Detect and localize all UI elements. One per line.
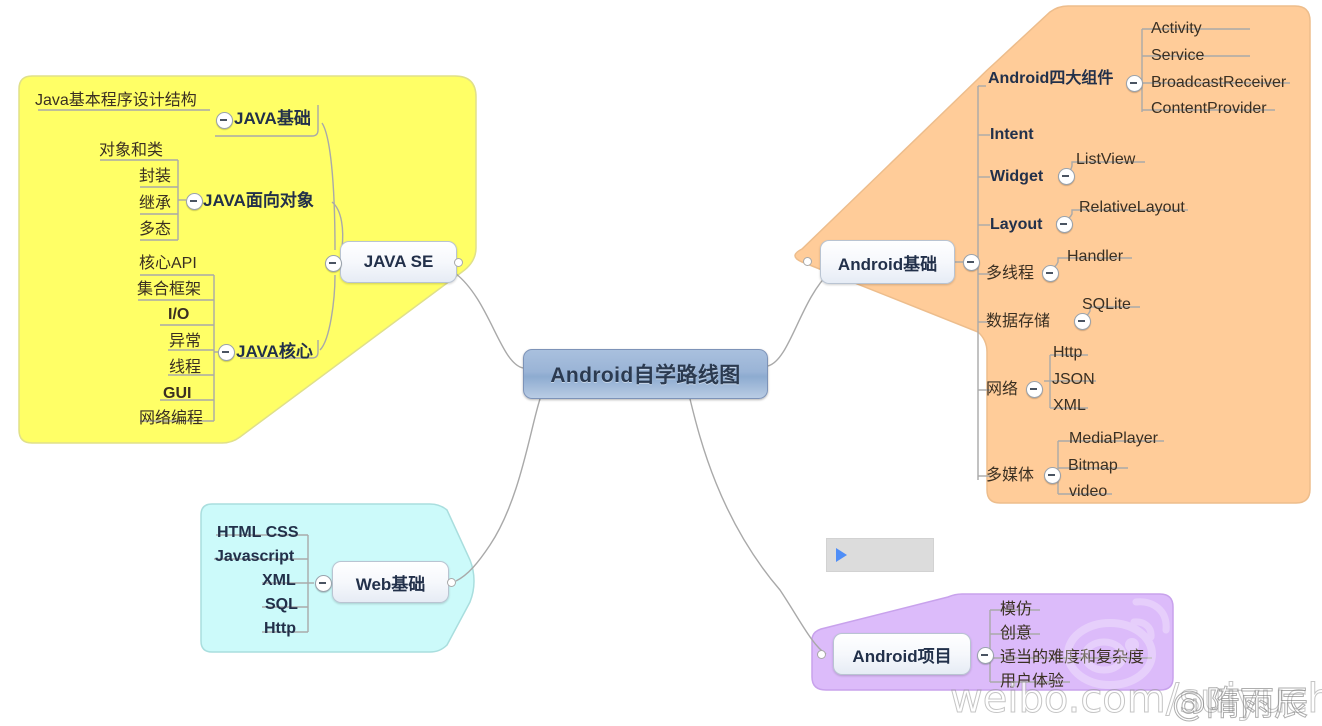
leaf-android-comp-0: Activity xyxy=(1151,20,1202,37)
leaf-android-comp-1: Service xyxy=(1151,47,1205,64)
leaf-android-net-0: Http xyxy=(1053,344,1083,361)
toggle-web-basic[interactable] xyxy=(315,575,332,592)
toggle-android-layout[interactable] xyxy=(1056,216,1073,233)
toggle-android-net[interactable] xyxy=(1026,381,1043,398)
leaf-web-0: HTML CSS xyxy=(217,524,299,541)
link-root-web xyxy=(455,398,541,582)
connector-dot-web-basic xyxy=(447,578,456,587)
leaf-web-3: SQL xyxy=(265,596,298,613)
group-label-android-thread: 多线程 xyxy=(986,265,1035,282)
watermark-handle: @隋雨辰 xyxy=(1172,684,1309,725)
group-label-android-media: 多媒体 xyxy=(986,467,1035,484)
toggle-java-oop[interactable] xyxy=(186,193,203,210)
link-javase-hexin xyxy=(319,274,336,351)
leaf-web-2: XML xyxy=(262,572,296,589)
group-label-android-widget: Widget xyxy=(990,168,1044,185)
branch-node-android-project-label: Android项目 xyxy=(852,646,952,666)
group-label-java-core: JAVA核心 xyxy=(236,342,313,361)
leaf-android-layout-0: RelativeLayout xyxy=(1079,199,1185,216)
branch-node-web-basic[interactable]: Web基础 xyxy=(332,561,449,603)
connector-dot-android-basic xyxy=(803,257,812,266)
group-label-android-storage: 数据存储 xyxy=(986,313,1051,330)
branch-node-android-basic[interactable]: Android基础 xyxy=(820,240,955,284)
mindmap-canvas: Android自学路线图 JAVA SE JAVA基础 JAVA面向对象 JAV… xyxy=(0,0,1322,726)
toggle-java-se[interactable] xyxy=(325,255,342,272)
leaf-android-widget-0: ListView xyxy=(1076,151,1136,168)
connector-dot-java-se xyxy=(454,258,463,267)
group-label-java-oop: JAVA面向对象 xyxy=(203,191,314,210)
branch-node-android-basic-label: Android基础 xyxy=(837,254,938,274)
leaf-android-media-2: video xyxy=(1069,483,1108,500)
root-node[interactable]: Android自学路线图 xyxy=(523,349,768,399)
leaf-android-storage-0: SQLite xyxy=(1082,296,1131,313)
leaf-java-core-4: 线程 xyxy=(169,359,202,376)
toggle-android-storage[interactable] xyxy=(1074,313,1091,330)
branch-node-java-se-label: JAVA SE xyxy=(363,252,434,271)
toggle-android-thread[interactable] xyxy=(1042,265,1059,282)
leaf-java-jichu-0: Java基本程序设计结构 xyxy=(35,92,197,109)
link-javase-mianxiang xyxy=(331,201,344,249)
leaf-java-core-1: 集合框架 xyxy=(137,281,202,298)
leaf-java-core-5: GUI xyxy=(163,385,192,402)
leaf-android-net-2: XML xyxy=(1053,397,1086,414)
branch-node-java-se[interactable]: JAVA SE xyxy=(340,241,457,283)
toggle-java-jichu[interactable] xyxy=(216,112,233,129)
leaf-java-core-6: 网络编程 xyxy=(139,410,204,427)
link-root-project xyxy=(689,398,827,655)
branch-node-web-basic-label: Web基础 xyxy=(355,574,426,594)
group-label-android-intent: Intent xyxy=(990,126,1034,143)
leaf-android-net-1: JSON xyxy=(1052,371,1095,388)
leaf-android-comp-2: BroadcastReceiver xyxy=(1151,74,1287,91)
leaf-java-core-0: 核心API xyxy=(139,255,197,272)
leaf-java-core-2: I/O xyxy=(168,306,190,323)
leaf-android-media-0: MediaPlayer xyxy=(1069,430,1158,447)
leaf-android-media-1: Bitmap xyxy=(1068,457,1118,474)
toggle-android-project[interactable] xyxy=(977,647,994,664)
leaf-java-oop-3: 多态 xyxy=(139,221,172,238)
group-label-android-layout: Layout xyxy=(990,216,1043,233)
leaf-web-4: Http xyxy=(264,620,296,637)
leaf-project-1: 创意 xyxy=(1000,625,1033,642)
group-label-android-net: 网络 xyxy=(986,381,1019,398)
leaf-java-core-3: 异常 xyxy=(169,333,202,350)
group-label-java-jichu: JAVA基础 xyxy=(234,109,311,128)
branch-node-android-project[interactable]: Android项目 xyxy=(833,633,971,675)
leaf-android-thread-0: Handler xyxy=(1067,248,1124,265)
toggle-android-basic[interactable] xyxy=(963,254,980,271)
play-icon xyxy=(836,548,847,562)
leaf-java-oop-0: 对象和类 xyxy=(99,142,164,159)
leaf-java-oop-1: 封装 xyxy=(139,168,172,185)
toggle-android-components[interactable] xyxy=(1126,75,1143,92)
root-node-label: Android自学路线图 xyxy=(550,364,741,387)
toggle-android-media[interactable] xyxy=(1044,467,1061,484)
toggle-java-core[interactable] xyxy=(218,344,235,361)
media-placeholder[interactable] xyxy=(826,538,934,572)
toggle-android-widget[interactable] xyxy=(1058,168,1075,185)
leaf-android-comp-3: ContentProvider xyxy=(1151,100,1267,117)
group-label-android-components: Android四大组件 xyxy=(988,70,1114,87)
leaf-web-1: Javascript xyxy=(215,548,295,565)
leaf-java-oop-2: 继承 xyxy=(139,195,172,212)
leaf-project-0: 模仿 xyxy=(1000,601,1033,618)
link-javase-jichu xyxy=(321,122,336,251)
connector-dot-android-project xyxy=(817,650,826,659)
